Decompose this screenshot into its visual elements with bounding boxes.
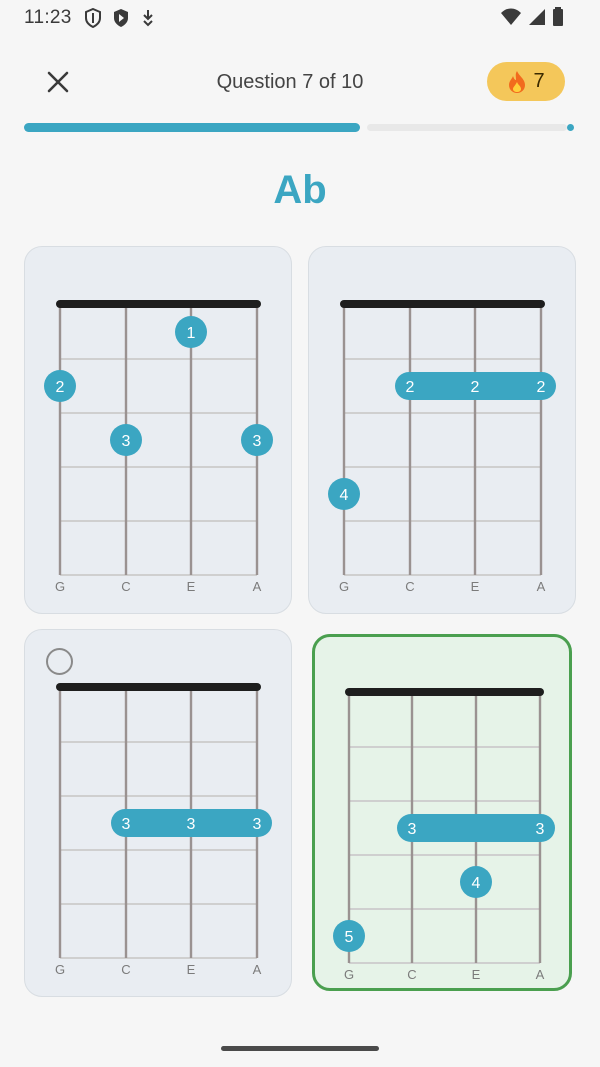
status-icons-left: [84, 8, 156, 28]
streak-count: 7: [533, 70, 545, 92]
quiz-header: Question 7 of 10 7: [0, 56, 600, 108]
chord-diagram: G C E A 2 2 2 4: [328, 300, 556, 594]
finger-label: 5: [345, 929, 354, 946]
progress-end-dot: [567, 124, 574, 131]
barre-finger-label: 2: [406, 379, 415, 396]
string-name-label: E: [471, 579, 480, 594]
quiz-progress-bar: [24, 123, 576, 132]
string-name-label: E: [187, 962, 196, 977]
barre-finger-label: 2: [537, 379, 546, 396]
chord-option-1[interactable]: G C E A 1 2 3 3: [24, 246, 292, 614]
nut: [56, 300, 261, 308]
string-name-label: G: [55, 962, 65, 977]
wifi-icon: [501, 8, 521, 25]
string-name-label: A: [253, 579, 262, 594]
finger-label: 1: [187, 325, 196, 342]
barre-finger-label: 3: [253, 816, 262, 833]
barre-finger-label: 3: [408, 821, 417, 838]
string-name-label: E: [472, 967, 481, 982]
progress-track: [367, 124, 567, 131]
shield-icon: [85, 8, 101, 28]
finger-label: 4: [472, 875, 481, 892]
download-icon: [143, 10, 153, 27]
barre-finger-label: 3: [122, 816, 131, 833]
play-shield-icon: [114, 9, 128, 27]
home-indicator[interactable]: [221, 1046, 379, 1051]
nut: [340, 300, 545, 308]
barre-marker: [397, 814, 555, 842]
string-name-label: G: [339, 579, 349, 594]
signal-icon: [529, 9, 545, 25]
string-name-label: A: [537, 579, 546, 594]
chord-diagram: G C E A 3 3 3: [55, 683, 272, 977]
finger-label: 4: [340, 487, 349, 504]
chord-option-2[interactable]: G C E A 2 2 2 4: [308, 246, 576, 614]
fire-icon: [509, 70, 526, 93]
chord-option-4[interactable]: G C E A 3 3 4 5: [312, 634, 572, 991]
status-bar: 11:23: [0, 0, 600, 36]
nut: [56, 683, 261, 691]
chord-name: Ab: [273, 168, 327, 212]
barre-finger-label: 3: [187, 816, 196, 833]
battery-icon: [553, 7, 563, 26]
status-time: 11:23: [24, 7, 72, 28]
progress-fill: [24, 123, 360, 132]
option-radio[interactable]: [46, 648, 73, 675]
string-name-label: E: [187, 579, 196, 594]
string-name-label: C: [405, 579, 414, 594]
string-name-label: C: [121, 962, 130, 977]
status-icons-right: [500, 7, 564, 27]
finger-label: 3: [253, 433, 262, 450]
streak-badge[interactable]: 7: [487, 62, 565, 101]
string-name-label: C: [407, 967, 416, 982]
chord-diagram: G C E A 1 2 3 3: [44, 300, 273, 594]
string-name-label: G: [55, 579, 65, 594]
string-name-label: A: [536, 967, 545, 982]
string-name-label: C: [121, 579, 130, 594]
barre-finger-label: 2: [471, 379, 480, 396]
chord-option-3[interactable]: G C E A 3 3 3: [24, 629, 292, 997]
finger-label: 3: [122, 433, 131, 450]
barre-finger-label: 3: [536, 821, 545, 838]
finger-label: 2: [56, 379, 65, 396]
chord-diagram: G C E A 3 3 4 5: [333, 688, 555, 982]
nut: [345, 688, 544, 696]
string-name-label: A: [253, 962, 262, 977]
string-name-label: G: [344, 967, 354, 982]
